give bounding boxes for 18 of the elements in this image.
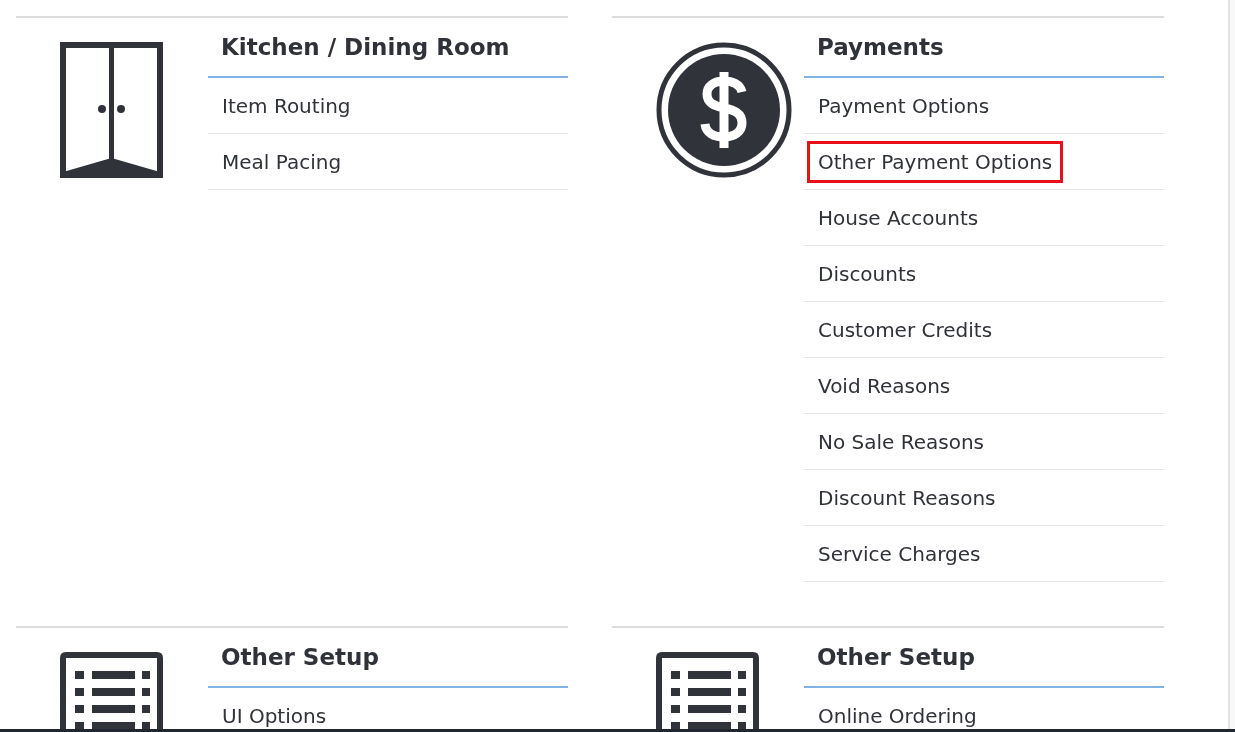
settings-link[interactable]: Discount Reasons	[804, 470, 1164, 526]
list-icon	[60, 652, 163, 729]
settings-link[interactable]: Service Charges	[804, 526, 1164, 582]
section-heading: Kitchen / Dining Room	[208, 18, 568, 78]
settings-link[interactable]: Customer Credits	[804, 302, 1164, 358]
settings-link[interactable]: Meal Pacing	[208, 134, 568, 190]
settings-link[interactable]: Void Reasons	[804, 358, 1164, 414]
section-heading: Other Setup	[804, 628, 1164, 688]
settings-link[interactable]: House Accounts	[804, 190, 1164, 246]
settings-link[interactable]: No Sale Reasons	[804, 414, 1164, 470]
dollar-icon	[656, 42, 792, 178]
settings-link[interactable]: Payment Options	[804, 78, 1164, 134]
settings-link[interactable]: Discounts	[804, 246, 1164, 302]
list-icon	[656, 652, 759, 729]
section-heading: Other Setup	[208, 628, 568, 688]
settings-link[interactable]: Item Routing	[208, 78, 568, 134]
section-heading: Payments	[804, 18, 1164, 78]
door-icon	[60, 42, 163, 178]
